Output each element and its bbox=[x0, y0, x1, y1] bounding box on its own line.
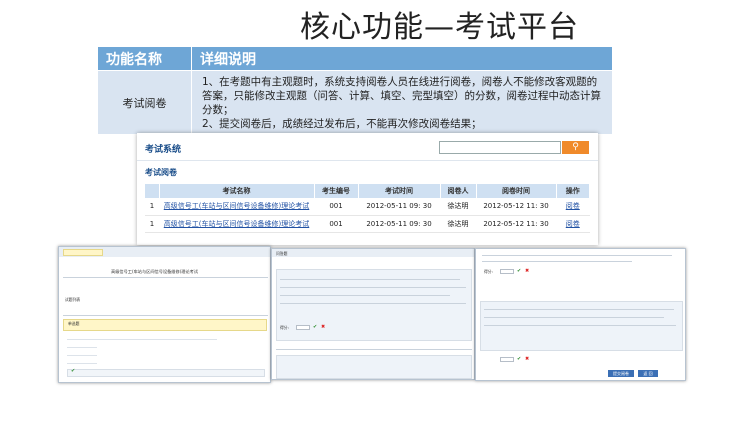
text-line bbox=[482, 261, 632, 262]
desc-line: 答案，只能修改主观题（问答、计算、填空、完型填空）的分数，阅卷过程中动态计算 bbox=[202, 89, 601, 102]
text-line bbox=[484, 325, 676, 326]
col-mark-time: 阅卷时间 bbox=[476, 184, 557, 198]
feature-desc-header: 详细说明 bbox=[191, 46, 613, 71]
desc-line: 2、提交阅卷后，成绩经过发布后，不能再次修改阅卷结果； bbox=[202, 117, 482, 130]
close-icon[interactable]: ✖ bbox=[321, 324, 325, 330]
exam-table: 考试名称 考生编号 考试时间 阅卷人 阅卷时间 操作 1 高级信号工(车站与区间… bbox=[145, 184, 590, 233]
text-line bbox=[280, 303, 466, 304]
table-row: 1 高级信号工(车站与区间信号设备维修)理论考试 001 2012-05-11 … bbox=[145, 198, 590, 216]
text-line bbox=[280, 295, 450, 296]
exam-system-panel: 考试系统 ⚲ 考试阅卷 考试名称 考生编号 考试时间 阅卷人 阅卷时间 操作 1… bbox=[137, 133, 598, 245]
section-title: 考试阅卷 bbox=[145, 168, 177, 177]
feature-description: 1、在考题中有主观题时，系统支持阅卷人员在线进行阅卷，阅卷人不能修改客观题的 答… bbox=[191, 70, 613, 135]
desc-line: 1、在考题中有主观题时，系统支持阅卷人员在线进行阅卷，阅卷人不能修改客观题的 bbox=[202, 75, 598, 88]
exam-time: 2012-05-11 09: 30 bbox=[358, 215, 440, 233]
option-line bbox=[67, 347, 97, 348]
mark-time: 2012-05-12 11: 30 bbox=[476, 215, 556, 233]
marker-name: 徐达明 bbox=[440, 215, 476, 233]
grading-submit-screenshot: 得分: ✔ ✖ ✔ ✖ 提交阅卷 返 回 bbox=[475, 248, 686, 381]
col-exam-name: 考试名称 bbox=[159, 184, 315, 198]
submit-grading-button[interactable]: 提交阅卷 bbox=[608, 370, 634, 377]
search-icon: ⚲ bbox=[572, 142, 579, 152]
text-line bbox=[484, 317, 664, 318]
thumb-score-label: 得分: bbox=[280, 325, 289, 330]
panel-header: 考试系统 ⚲ bbox=[137, 133, 598, 161]
thumb-info-box bbox=[63, 249, 103, 256]
row-index: 1 bbox=[145, 198, 159, 216]
answer-box bbox=[67, 369, 265, 377]
thumb-score-label: 得分: bbox=[484, 269, 493, 274]
back-button[interactable]: 返 回 bbox=[638, 370, 658, 377]
divider bbox=[276, 349, 472, 350]
feature-name-header: 功能名称 bbox=[97, 46, 192, 71]
row-index: 1 bbox=[145, 215, 159, 233]
thumb-header-bar bbox=[272, 249, 474, 257]
text-line bbox=[280, 279, 460, 280]
checkmark-icon: ✔ bbox=[71, 368, 76, 374]
exam-id: 001 bbox=[314, 198, 358, 216]
thumb-section: 试题列表 bbox=[65, 297, 81, 302]
system-title: 考试系统 bbox=[145, 145, 182, 155]
col-marker: 阅卷人 bbox=[440, 184, 477, 198]
mark-link[interactable]: 阅卷 bbox=[556, 198, 590, 216]
score-input[interactable] bbox=[296, 325, 310, 330]
close-icon[interactable]: ✖ bbox=[525, 356, 529, 362]
marker-name: 徐达明 bbox=[440, 198, 476, 216]
col-index bbox=[145, 184, 160, 198]
grading-screenshot: 问答题 得分: ✔ ✖ bbox=[271, 248, 475, 380]
option-line bbox=[67, 363, 97, 364]
mark-time: 2012-05-12 11: 30 bbox=[476, 198, 556, 216]
feature-table: 功能名称 详细说明 考试阅卷 1、在考题中有主观题时，系统支持阅卷人员在线进行阅… bbox=[97, 46, 613, 135]
text-line bbox=[482, 255, 672, 256]
score-input[interactable] bbox=[500, 269, 514, 274]
divider bbox=[63, 315, 268, 316]
divider bbox=[63, 277, 268, 278]
text-line bbox=[484, 309, 674, 310]
close-icon[interactable]: ✖ bbox=[525, 268, 529, 274]
exam-time: 2012-05-11 09: 30 bbox=[358, 198, 440, 216]
search-input[interactable] bbox=[439, 141, 561, 154]
checkmark-icon[interactable]: ✔ bbox=[313, 324, 317, 330]
text-line bbox=[280, 287, 466, 288]
option-line bbox=[67, 339, 217, 340]
exam-name-link[interactable]: 高级信号工(车站与区间信号设备维修)理论考试 bbox=[159, 215, 314, 233]
exam-id: 001 bbox=[314, 215, 358, 233]
thumb-question-type: 问答题 bbox=[276, 251, 288, 256]
feature-name: 考试阅卷 bbox=[97, 70, 192, 135]
exam-name-link[interactable]: 高级信号工(车站与区间信号设备维修)理论考试 bbox=[159, 198, 314, 216]
score-input[interactable] bbox=[500, 357, 514, 362]
mark-link[interactable]: 阅卷 bbox=[556, 215, 590, 233]
col-action: 操作 bbox=[556, 184, 590, 198]
checkmark-icon[interactable]: ✔ bbox=[517, 356, 521, 362]
slide-title: 核心功能—考试平台 bbox=[300, 10, 579, 45]
checkmark-icon[interactable]: ✔ bbox=[517, 268, 521, 274]
col-exam-id: 考生编号 bbox=[314, 184, 359, 198]
table-row: 1 高级信号工(车站与区间信号设备维修)理论考试 001 2012-05-11 … bbox=[145, 215, 590, 233]
question-block bbox=[276, 355, 472, 379]
thumb-exam-title: 高级信号工(车站与区间信号设备维修)理论考试 bbox=[111, 269, 199, 274]
desc-line: 分数； bbox=[202, 103, 234, 116]
search-button[interactable]: ⚲ bbox=[562, 141, 589, 154]
col-exam-time: 考试时间 bbox=[358, 184, 441, 198]
exam-paper-screenshot: 高级信号工(车站与区间信号设备维修)理论考试 试题列表 单选题 ✔ bbox=[58, 246, 271, 383]
thumb-score-label: 单选题 bbox=[68, 321, 80, 326]
option-line bbox=[67, 355, 97, 356]
question-type-bar bbox=[63, 319, 267, 331]
